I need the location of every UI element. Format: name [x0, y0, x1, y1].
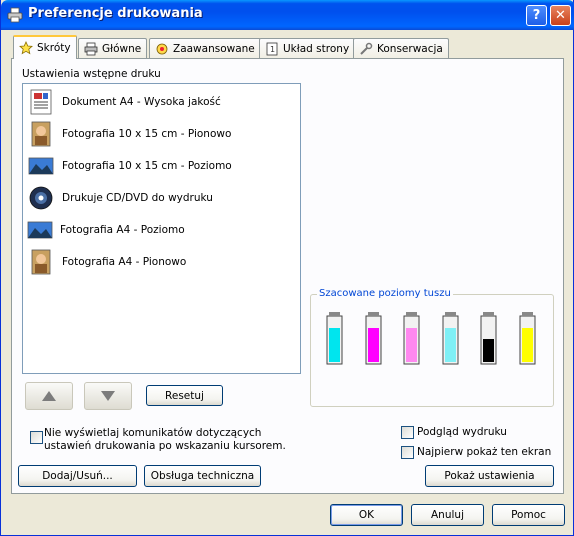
tab-label: Konserwacja: [377, 42, 443, 55]
svg-text:1: 1: [270, 45, 275, 54]
ink-cartridge: [326, 312, 343, 365]
page-layout-icon: 1: [266, 42, 278, 55]
list-item[interactable]: Dokument A4 - Wysoka jakość: [25, 88, 299, 116]
list-item[interactable]: Fotografia 10 x 15 cm - Poziomo: [25, 152, 299, 180]
printer-icon: [7, 7, 23, 23]
move-down-button[interactable]: [84, 382, 132, 410]
title-help-button[interactable]: ?: [526, 5, 547, 26]
advanced-icon: [156, 43, 168, 54]
move-up-button[interactable]: [25, 382, 73, 410]
list-item-label: Drukuje CD/DVD do wydruku: [62, 192, 213, 204]
list-item[interactable]: Fotografia 10 x 15 cm - Pionowo: [25, 120, 299, 148]
landscape-photo-icon: [27, 221, 53, 239]
ink-cartridge: [519, 312, 536, 365]
ink-cartridge: [480, 312, 497, 365]
no-messages-checkbox[interactable]: [30, 431, 43, 444]
preview-label: Podgląd wydruku: [417, 426, 507, 438]
ink-cartridge: [403, 312, 420, 365]
ink-level-fill: [522, 328, 533, 362]
tab-shortcuts[interactable]: Skróty: [13, 35, 77, 59]
preview-checkbox[interactable]: [401, 426, 414, 439]
title-bar[interactable]: Preferencje drukowania ? ✕: [1, 0, 574, 30]
tab-label: Układ strony: [283, 42, 350, 55]
list-item-label: Dokument A4 - Wysoka jakość: [62, 96, 221, 108]
portrait-photo-icon: [31, 121, 51, 147]
presets-list[interactable]: Dokument A4 - Wysoka jakość Fotografia 1…: [22, 83, 301, 374]
title-close-button[interactable]: ✕: [550, 5, 571, 26]
show-first-label: Najpierw pokaż ten ekran: [417, 446, 552, 458]
tab-advanced[interactable]: Zaawansowane: [149, 38, 261, 58]
ink-level-fill: [406, 328, 417, 362]
ink-level-fill: [368, 328, 379, 362]
ink-level-fill: [483, 339, 494, 362]
arrow-up-icon: [42, 391, 56, 401]
ink-cartridge-cap: [522, 312, 533, 316]
ink-cartridge-cap: [406, 312, 417, 316]
window-title: Preferencje drukowania: [28, 6, 203, 21]
landscape-photo-icon: [28, 157, 54, 175]
list-item-label: Fotografia A4 - Pionowo: [62, 256, 187, 268]
show-first-checkbox[interactable]: [401, 446, 414, 459]
add-remove-button[interactable]: Dodaj/Usuń...: [18, 465, 137, 487]
tab-label: Główne: [102, 42, 142, 55]
reset-button[interactable]: Resetuj: [146, 385, 223, 406]
ink-levels-label: Szacowane poziomy tuszu: [317, 288, 453, 299]
presets-label: Ustawienia wstępne druku: [22, 68, 161, 80]
list-item[interactable]: Fotografia A4 - Poziomo: [25, 216, 299, 244]
wrench-icon: [360, 42, 373, 55]
printer-icon: [84, 42, 98, 55]
ink-cartridge-cap: [329, 312, 340, 316]
ink-level-fill: [329, 328, 340, 362]
list-item-label: Fotografia 10 x 15 cm - Poziomo: [62, 160, 232, 172]
star-icon: [19, 41, 33, 55]
cancel-button[interactable]: Anuluj: [411, 504, 484, 526]
tab-main[interactable]: Główne: [78, 38, 148, 58]
list-item-label: Fotografia A4 - Poziomo: [60, 224, 185, 236]
ink-cartridge-cap: [368, 312, 379, 316]
show-settings-button[interactable]: Pokaż ustawienia: [425, 465, 554, 487]
ok-button[interactable]: OK: [330, 504, 403, 526]
help-button[interactable]: Pomoc: [492, 504, 565, 526]
cd-icon: [29, 186, 53, 210]
tab-page-layout[interactable]: 1 Układ strony: [259, 38, 356, 58]
list-item[interactable]: Fotografia A4 - Pionowo: [25, 248, 299, 276]
print-preferences-window: Preferencje drukowania ? ✕ Skróty Główne…: [0, 0, 574, 536]
list-item-label: Fotografia 10 x 15 cm - Pionowo: [62, 128, 232, 140]
tab-label: Skróty: [37, 42, 71, 54]
tab-maintenance[interactable]: Konserwacja: [353, 38, 449, 58]
support-button[interactable]: Obsługa techniczna: [144, 465, 261, 487]
no-messages-label: Nie wyświetlaj komunikatów dotyczących u…: [44, 427, 286, 452]
ink-level-fill: [445, 328, 456, 362]
document-icon: [30, 89, 52, 115]
tab-label: Zaawansowane: [173, 42, 255, 55]
ink-cartridge: [365, 312, 382, 365]
list-item[interactable]: Drukuje CD/DVD do wydruku: [25, 184, 299, 212]
arrow-down-icon: [101, 391, 115, 401]
ink-cartridge: [442, 312, 459, 365]
ink-cartridge-cap: [483, 312, 494, 316]
ink-cartridge-cap: [445, 312, 456, 316]
portrait-photo-icon: [31, 249, 51, 275]
